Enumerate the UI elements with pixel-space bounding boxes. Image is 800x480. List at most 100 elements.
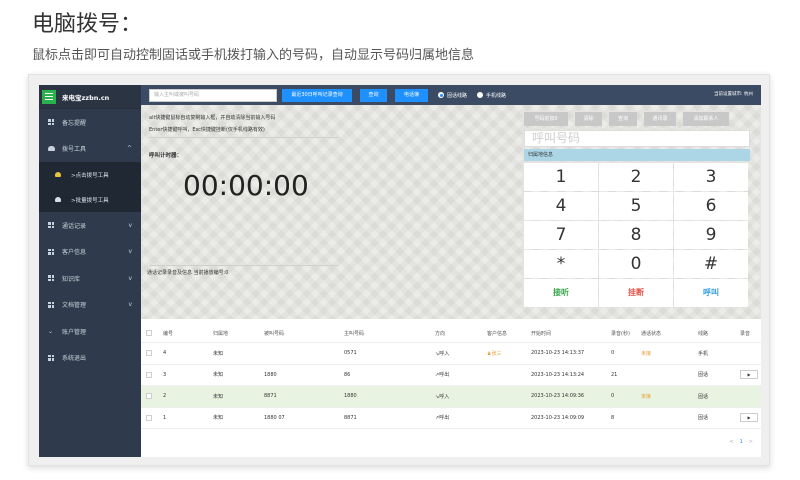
query-button[interactable]: 查询 bbox=[360, 88, 387, 102]
table-row[interactable]: 2 未知 8871 1880 ↘呼入 2023-10-23 14:09:36 0 未接 固话 bbox=[141, 386, 761, 408]
row-checkbox-cell[interactable] bbox=[146, 343, 152, 364]
radio-landline[interactable]: 固话线路 bbox=[438, 92, 467, 99]
radio-unselected-icon bbox=[477, 92, 484, 98]
call-log-table: 编号 归属地 被叫号码 主叫号码 方向 客户信息 开始时间 录音(秒) 通话状态 线路 录音 4 未知 0… bbox=[141, 324, 761, 429]
table-cell-line: 手机 bbox=[698, 350, 709, 357]
next-page-button[interactable]: > bbox=[749, 439, 753, 445]
dial-number-input[interactable]: 呼叫号码 bbox=[524, 130, 750, 147]
current-page[interactable]: 1 bbox=[740, 439, 743, 445]
table-cell-region: 未知 bbox=[213, 350, 224, 357]
table-cell-play: ▶ bbox=[740, 408, 758, 429]
select-all-checkbox[interactable] bbox=[146, 330, 152, 336]
pagination: < 1 > bbox=[729, 439, 753, 445]
row-checkbox-cell[interactable] bbox=[146, 365, 152, 386]
radio-mobile[interactable]: 手机线路 bbox=[477, 92, 506, 99]
table-cell-no: 3 bbox=[163, 371, 167, 378]
lookup-button[interactable]: 查询 bbox=[609, 112, 637, 126]
table-cell-callee: 1880 bbox=[264, 371, 277, 378]
sidebar-item-label: 账户管理 bbox=[62, 328, 87, 336]
key-0[interactable]: 0 bbox=[599, 250, 673, 278]
prev-page-button[interactable]: < bbox=[729, 439, 733, 445]
sidebar-item[interactable]: 客户信息 v bbox=[39, 239, 141, 266]
divider bbox=[149, 265, 339, 266]
prefix-zero-button[interactable]: 号码前加0 bbox=[524, 112, 568, 126]
phone-icon bbox=[55, 172, 61, 177]
sidebar-subitem[interactable]: >批量拨号工具 bbox=[39, 187, 141, 212]
sidebar-subitem[interactable]: >点击拨号工具 bbox=[39, 162, 141, 187]
row-checkbox[interactable] bbox=[146, 350, 152, 357]
sidebar-item[interactable]: 拨号工具 ^ bbox=[39, 136, 141, 163]
column-header: 线路 bbox=[698, 330, 709, 337]
table-cell-callee: 1880 07 bbox=[264, 414, 285, 421]
sidebar-item[interactable]: 系统退出 bbox=[39, 345, 141, 372]
table-row[interactable]: 1 未知 1880 07 8871 ↗呼出 2023-10-23 14:09:09 8 固话 ▶ bbox=[141, 408, 761, 429]
sidebar-item[interactable]: 备忘提醒 bbox=[39, 109, 141, 136]
menu-toggle-icon[interactable] bbox=[42, 89, 56, 104]
hint-text-1: alt快捷键鼠标自动复制输入框，并自动清除当前输入号码 bbox=[149, 115, 276, 121]
clear-button[interactable]: 清除 bbox=[575, 112, 602, 126]
recent-records-button[interactable]: 最近30日呼叫记录查询 bbox=[282, 88, 352, 102]
key-6[interactable]: 6 bbox=[674, 192, 748, 220]
search-input[interactable]: 输入主叫或被叫号码 bbox=[149, 88, 277, 102]
call-button[interactable]: 呼叫 bbox=[674, 279, 748, 307]
key-1[interactable]: 1 bbox=[524, 163, 598, 191]
row-checkbox[interactable] bbox=[146, 393, 152, 400]
key-4[interactable]: 4 bbox=[524, 192, 598, 220]
key-hash[interactable]: # bbox=[674, 250, 748, 278]
table-cell-caller: 1880 bbox=[344, 393, 357, 400]
table-cell-start: 2023-10-23 14:09:09 bbox=[531, 414, 585, 421]
sidebar-item-label: >点击拨号工具 bbox=[71, 172, 109, 179]
column-header: 录音(秒) bbox=[611, 330, 630, 337]
answer-button[interactable]: 接听 bbox=[524, 279, 598, 307]
table-cell-no: 2 bbox=[163, 393, 167, 400]
table-cell-region: 未知 bbox=[213, 393, 224, 400]
add-contact-button[interactable]: 添加联系人 bbox=[683, 112, 729, 126]
sidebar-item[interactable]: ⌄ 账户管理 bbox=[39, 318, 141, 345]
column-header: 编号 bbox=[163, 330, 174, 337]
sidebar: 来电宝zzbn.cn 备忘提醒 拨号工具 ^ >点击拨号工具 >批量拨号工具 通话记录 v 客… bbox=[39, 85, 141, 457]
hangup-button[interactable]: 挂断 bbox=[599, 279, 673, 307]
sidebar-item-label: 拨号工具 bbox=[62, 146, 87, 154]
table-cell-start: 2023-10-23 14:13:24 bbox=[531, 371, 585, 378]
chevron-up-icon: ^ bbox=[126, 145, 132, 153]
table-row[interactable]: 4 未知 0571 ↘呼入 ♟张三 2023-10-23 14:13:37 0 未接 手机 bbox=[141, 343, 761, 365]
current-city: 当前设置城市: 杭州 bbox=[714, 92, 753, 97]
table-cell-customer[interactable]: ♟张三 bbox=[487, 343, 501, 364]
play-recording-button[interactable]: ▶ bbox=[740, 370, 758, 380]
sidebar-nav: 备忘提醒拨号工具 ^ >点击拨号工具 >批量拨号工具 通话记录 v 客户信息 v 知识库 v 文档管… bbox=[39, 109, 141, 371]
play-recording-button[interactable]: ▶ bbox=[740, 413, 758, 423]
row-checkbox-cell[interactable] bbox=[146, 386, 152, 407]
table-row[interactable]: 3 未知 1880 86 ↗呼出 2023-10-23 14:13:24 21 固话 ▶ bbox=[141, 365, 761, 386]
chevron-down-icon: ⌄ bbox=[48, 327, 54, 335]
key-7[interactable]: 7 bbox=[524, 221, 598, 249]
table-cell-status: 未接 bbox=[641, 393, 652, 400]
table-header: 编号 归属地 被叫号码 主叫号码 方向 客户信息 开始时间 录音(秒) 通话状态 线路 录音 bbox=[141, 324, 761, 343]
key-3[interactable]: 3 bbox=[674, 163, 748, 191]
table-cell-callee: 8871 bbox=[264, 393, 277, 400]
sidebar-item[interactable]: 通话记录 v bbox=[39, 212, 141, 239]
column-header: 开始时间 bbox=[531, 330, 552, 337]
select-all-checkbox-cell[interactable] bbox=[146, 324, 152, 342]
row-checkbox-cell[interactable] bbox=[146, 408, 152, 429]
key-star[interactable]: * bbox=[524, 250, 598, 278]
phone-icon bbox=[48, 146, 55, 152]
phonebook-button[interactable]: 电话簿 bbox=[395, 88, 428, 102]
table-cell-caller: 86 bbox=[344, 371, 351, 378]
table-cell-caller: 0571 bbox=[344, 350, 357, 357]
divider bbox=[149, 137, 339, 138]
key-5[interactable]: 5 bbox=[599, 192, 673, 220]
grid-icon bbox=[48, 248, 54, 255]
contacts-button[interactable]: 通讯录 bbox=[644, 112, 676, 126]
keypad: 1 2 3 4 5 6 7 8 9 * 0 # 接听 挂断 呼叫 bbox=[524, 163, 750, 307]
row-checkbox[interactable] bbox=[146, 414, 152, 421]
grid-icon bbox=[48, 119, 54, 126]
sidebar-item[interactable]: 知识库 v bbox=[39, 265, 141, 292]
row-checkbox[interactable] bbox=[146, 371, 152, 378]
grid-icon bbox=[48, 354, 54, 361]
key-8[interactable]: 8 bbox=[599, 221, 673, 249]
key-9[interactable]: 9 bbox=[674, 221, 748, 249]
dial-workspace: alt快捷键鼠标自动复制输入框，并自动清除当前输入号码 Enter快捷键呼叫，E… bbox=[141, 105, 761, 319]
key-2[interactable]: 2 bbox=[599, 163, 673, 191]
sidebar-item[interactable]: 文档管理 v bbox=[39, 292, 141, 319]
timer-label: 呼叫计时器： bbox=[149, 153, 183, 159]
